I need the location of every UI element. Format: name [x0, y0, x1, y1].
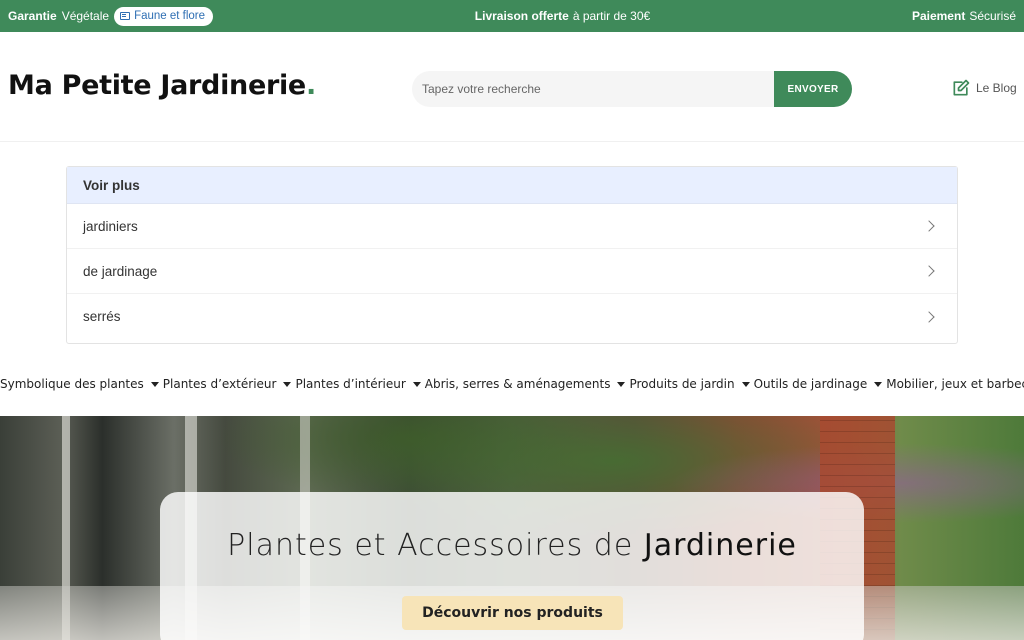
- caret-down-icon: [150, 381, 159, 387]
- suggestion-item[interactable]: serrés: [67, 294, 957, 339]
- nav-item-plantes-interieur[interactable]: Plantes d’intérieur: [295, 377, 424, 391]
- guarantee-section: Garantie Végétale Faune et flore: [8, 6, 214, 26]
- caret-down-icon: [283, 381, 292, 387]
- chevron-right-icon: [923, 265, 935, 277]
- hero-title-light: Plantes et Accessoires de: [227, 528, 634, 563]
- payment-text: Sécurisé: [969, 9, 1016, 23]
- hero-card: Plantes et Accessoires de Jardinerie Déc…: [160, 492, 864, 640]
- nav-item-label: Plantes d’intérieur: [295, 377, 406, 391]
- suggestion-label: serrés: [83, 309, 121, 324]
- caret-down-icon: [412, 381, 421, 387]
- fauna-flora-link[interactable]: Faune et flore: [114, 6, 214, 26]
- fauna-flora-label: Faune et flore: [134, 10, 206, 22]
- nav-item-mobilier[interactable]: Mobilier, jeux et barbecues: [886, 377, 1024, 391]
- search-input[interactable]: [412, 71, 774, 107]
- suggestion-item[interactable]: de jardinage: [67, 249, 957, 294]
- caret-down-icon: [617, 381, 626, 387]
- shipping-bold: Livraison offerte: [474, 9, 569, 23]
- blog-label: Le Blog: [976, 81, 1017, 95]
- discover-products-button[interactable]: Découvrir nos produits: [402, 596, 623, 630]
- see-more-label: Voir plus: [83, 177, 140, 193]
- site-logo[interactable]: Ma Petite Jardinerie.: [8, 70, 316, 101]
- card-icon: [120, 12, 131, 20]
- guarantee-text: Végétale: [61, 9, 110, 23]
- nav-item-label: Plantes d’extérieur: [162, 377, 277, 391]
- suggestion-label: de jardinage: [83, 263, 158, 279]
- hero-title: Plantes et Accessoires de Jardinerie: [160, 528, 864, 563]
- top-announcement-bar: Garantie Végétale Faune et flore Livrais…: [0, 0, 1024, 32]
- payment-bold: Paiement: [911, 9, 966, 23]
- chevron-right-icon: [923, 220, 935, 232]
- hero-banner: Plantes et Accessoires de Jardinerie Déc…: [0, 416, 1024, 640]
- nav-item-label: Symbolique des plantes: [0, 377, 144, 391]
- search-bar: ENVOYER: [412, 71, 852, 107]
- site-header: Ma Petite Jardinerie. ENVOYER Le Blog: [0, 32, 1024, 142]
- nav-item-outils-jardinage[interactable]: Outils de jardinage: [754, 377, 887, 391]
- suggestion-label: jardiniers: [83, 218, 138, 234]
- nav-item-plantes-exterieur[interactable]: Plantes d’extérieur: [163, 377, 296, 391]
- see-more-header[interactable]: Voir plus: [67, 167, 957, 204]
- payment-section: Paiement Sécurisé: [912, 9, 1016, 23]
- shipping-section: Livraison offerte à partir de 30€: [475, 9, 650, 23]
- nav-item-label: Produits de jardin: [629, 377, 735, 391]
- search-submit-button[interactable]: ENVOYER: [774, 71, 852, 107]
- caret-down-icon: [741, 381, 750, 387]
- blog-link[interactable]: Le Blog: [951, 78, 1017, 98]
- nav-item-label: Mobilier, jeux et barbecues: [886, 377, 1024, 391]
- nav-item-label: Abris, serres & aménagements: [424, 377, 611, 391]
- chevron-right-icon: [923, 310, 935, 323]
- guarantee-bold: Garantie: [8, 9, 57, 23]
- search-suggestions-dropdown: Voir plus jardiniers de jardinage serrés: [66, 166, 958, 344]
- nav-item-produits-jardin[interactable]: Produits de jardin: [629, 377, 753, 391]
- hero-title-bold: Jardinerie: [643, 528, 797, 563]
- logo-text: Ma Petite Jardinerie: [8, 70, 306, 101]
- nav-item-label: Outils de jardinage: [753, 377, 868, 391]
- suggestion-item[interactable]: jardiniers: [67, 204, 957, 249]
- caret-down-icon: [874, 381, 883, 387]
- nav-item-abris-serres[interactable]: Abris, serres & aménagements: [425, 377, 630, 391]
- edit-icon: [953, 79, 970, 96]
- nav-item-symbolique[interactable]: Symbolique des plantes: [0, 377, 163, 391]
- category-nav: Symbolique des plantes Plantes d’extérie…: [0, 374, 1024, 394]
- shipping-text: à partir de 30€: [572, 9, 651, 23]
- logo-dot: .: [305, 70, 316, 101]
